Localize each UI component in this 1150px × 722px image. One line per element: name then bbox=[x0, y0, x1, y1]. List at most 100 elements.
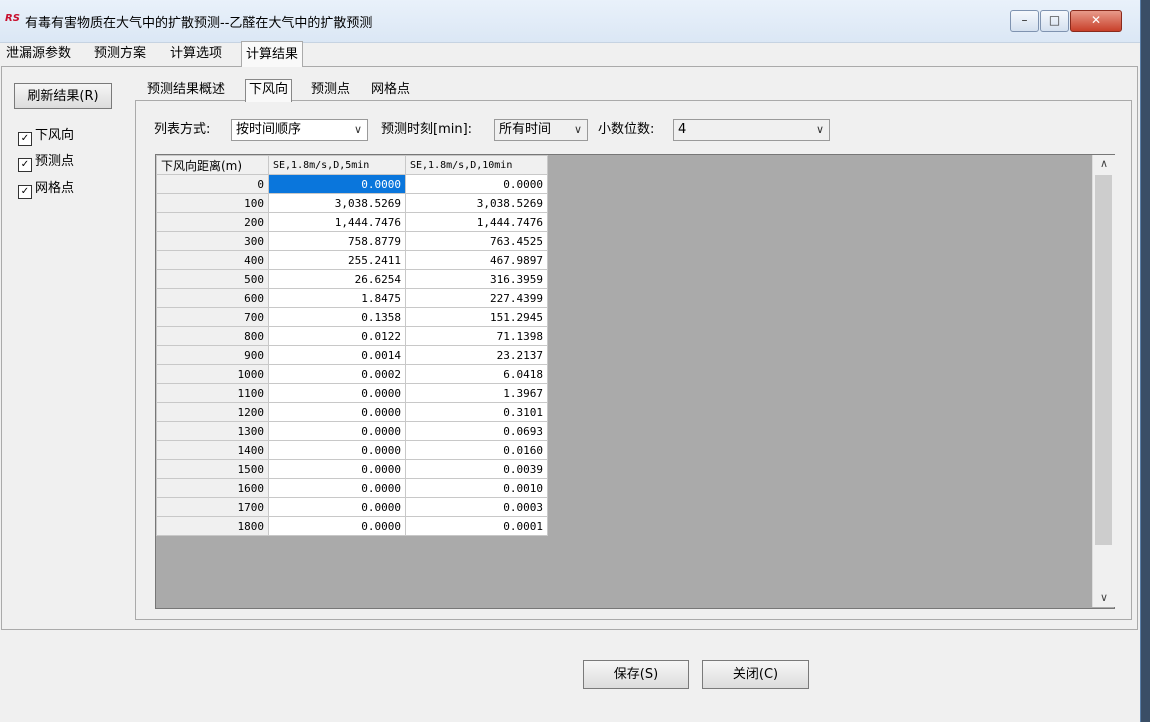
save-button[interactable]: 保存(S) bbox=[583, 660, 689, 689]
table-row[interactable]: 0 0.0000 0.0000 bbox=[156, 174, 548, 194]
scroll-down-icon[interactable]: ∨ bbox=[1093, 589, 1115, 607]
row-header-distance[interactable]: 1300 bbox=[156, 421, 269, 441]
cell-5min[interactable]: 0.0000 bbox=[268, 440, 406, 460]
cell-5min[interactable]: 0.0000 bbox=[268, 459, 406, 479]
cell-5min[interactable]: 0.0000 bbox=[268, 497, 406, 517]
scroll-up-icon[interactable]: ∧ bbox=[1093, 155, 1115, 173]
cell-5min[interactable]: 0.0014 bbox=[268, 345, 406, 365]
cell-10min[interactable]: 0.0001 bbox=[405, 516, 548, 536]
cell-5min[interactable]: 0.0000 bbox=[268, 383, 406, 403]
subtab-downwind[interactable]: 下风向 bbox=[245, 79, 293, 102]
row-header-distance[interactable]: 1700 bbox=[156, 497, 269, 517]
table-row[interactable]: 200 1,444.7476 1,444.7476 bbox=[156, 212, 548, 232]
row-header-distance[interactable]: 1500 bbox=[156, 459, 269, 479]
table-row[interactable]: 1200 0.0000 0.3101 bbox=[156, 402, 548, 422]
cell-10min[interactable]: 71.1398 bbox=[405, 326, 548, 346]
cell-10min[interactable]: 1,444.7476 bbox=[405, 212, 548, 232]
cell-10min[interactable]: 0.0693 bbox=[405, 421, 548, 441]
close-window-button[interactable]: ✕ bbox=[1070, 10, 1122, 32]
table-row[interactable]: 400 255.2411 467.9897 bbox=[156, 250, 548, 270]
cell-5min[interactable]: 0.0000 bbox=[268, 402, 406, 422]
cell-5min[interactable]: 0.0002 bbox=[268, 364, 406, 384]
scroll-thumb[interactable] bbox=[1095, 175, 1112, 545]
cell-10min[interactable]: 151.2945 bbox=[405, 307, 548, 327]
subtab-prediction-points[interactable]: 预测点 bbox=[308, 80, 353, 100]
cell-10min[interactable]: 6.0418 bbox=[405, 364, 548, 384]
table-row[interactable]: 100 3,038.5269 3,038.5269 bbox=[156, 193, 548, 213]
checkbox-downwind[interactable]: ✓ 下风向 bbox=[18, 127, 74, 146]
row-header-distance[interactable]: 800 bbox=[156, 326, 269, 346]
cell-10min[interactable]: 763.4525 bbox=[405, 231, 548, 251]
checkbox-prediction-points[interactable]: ✓ 预测点 bbox=[18, 153, 74, 172]
tab-calc-options[interactable]: 计算选项 bbox=[166, 43, 226, 65]
checkbox-grid-points[interactable]: ✓ 网格点 bbox=[18, 180, 74, 199]
row-header-distance[interactable]: 400 bbox=[156, 250, 269, 270]
cell-5min[interactable]: 3,038.5269 bbox=[268, 193, 406, 213]
cell-10min[interactable]: 1.3967 bbox=[405, 383, 548, 403]
list-mode-select[interactable]: 按时间顺序 ∨ bbox=[231, 119, 368, 141]
table-row[interactable]: 1800 0.0000 0.0001 bbox=[156, 516, 548, 536]
row-header-distance[interactable]: 0 bbox=[156, 174, 269, 194]
table-row[interactable]: 1700 0.0000 0.0003 bbox=[156, 497, 548, 517]
row-header-distance[interactable]: 1600 bbox=[156, 478, 269, 498]
cell-10min[interactable]: 467.9897 bbox=[405, 250, 548, 270]
cell-5min[interactable]: 0.0122 bbox=[268, 326, 406, 346]
cell-5min[interactable]: 1,444.7476 bbox=[268, 212, 406, 232]
table-row[interactable]: 900 0.0014 23.2137 bbox=[156, 345, 548, 365]
cell-5min[interactable]: 0.0000 bbox=[268, 174, 406, 194]
column-header-10min[interactable]: SE,1.8m/s,D,10min bbox=[405, 155, 548, 175]
cell-10min[interactable]: 3,038.5269 bbox=[405, 193, 548, 213]
tab-leak-source[interactable]: 泄漏源参数 bbox=[2, 43, 75, 65]
row-header-distance[interactable]: 300 bbox=[156, 231, 269, 251]
decimals-select[interactable]: 4 ∨ bbox=[673, 119, 830, 141]
column-header-distance[interactable]: 下风向距离(m) bbox=[156, 155, 269, 175]
row-header-distance[interactable]: 1800 bbox=[156, 516, 269, 536]
cell-5min[interactable]: 758.8779 bbox=[268, 231, 406, 251]
cell-10min[interactable]: 0.0000 bbox=[405, 174, 548, 194]
table-row[interactable]: 700 0.1358 151.2945 bbox=[156, 307, 548, 327]
minimize-button[interactable]: – bbox=[1010, 10, 1039, 32]
close-button[interactable]: 关闭(C) bbox=[702, 660, 809, 689]
grid-vertical-scrollbar[interactable]: ∧ ∨ bbox=[1092, 155, 1115, 607]
tab-calc-results[interactable]: 计算结果 bbox=[241, 41, 304, 67]
table-row[interactable]: 800 0.0122 71.1398 bbox=[156, 326, 548, 346]
row-header-distance[interactable]: 900 bbox=[156, 345, 269, 365]
column-header-5min[interactable]: SE,1.8m/s,D,5min bbox=[268, 155, 406, 175]
maximize-button[interactable]: □ bbox=[1040, 10, 1069, 32]
cell-10min[interactable]: 227.4399 bbox=[405, 288, 548, 308]
cell-5min[interactable]: 0.1358 bbox=[268, 307, 406, 327]
cell-5min[interactable]: 0.0000 bbox=[268, 421, 406, 441]
row-header-distance[interactable]: 700 bbox=[156, 307, 269, 327]
cell-5min[interactable]: 255.2411 bbox=[268, 250, 406, 270]
cell-10min[interactable]: 316.3959 bbox=[405, 269, 548, 289]
table-row[interactable]: 1400 0.0000 0.0160 bbox=[156, 440, 548, 460]
subtab-grid-points[interactable]: 网格点 bbox=[368, 80, 413, 100]
cell-10min[interactable]: 0.0010 bbox=[405, 478, 548, 498]
table-row[interactable]: 1500 0.0000 0.0039 bbox=[156, 459, 548, 479]
cell-10min[interactable]: 0.0160 bbox=[405, 440, 548, 460]
cell-10min[interactable]: 0.0003 bbox=[405, 497, 548, 517]
row-header-distance[interactable]: 1100 bbox=[156, 383, 269, 403]
tab-prediction-plan[interactable]: 预测方案 bbox=[90, 43, 150, 65]
refresh-results-button[interactable]: 刷新结果(R) bbox=[14, 83, 112, 109]
row-header-distance[interactable]: 1200 bbox=[156, 402, 269, 422]
table-row[interactable]: 1100 0.0000 1.3967 bbox=[156, 383, 548, 403]
table-row[interactable]: 500 26.6254 316.3959 bbox=[156, 269, 548, 289]
subtab-summary[interactable]: 预测结果概述 bbox=[144, 80, 228, 100]
cell-5min[interactable]: 26.6254 bbox=[268, 269, 406, 289]
cell-5min[interactable]: 0.0000 bbox=[268, 478, 406, 498]
results-grid[interactable]: 下风向距离(m) SE,1.8m/s,D,5min SE,1.8m/s,D,10… bbox=[155, 154, 1115, 609]
prediction-time-select[interactable]: 所有时间 ∨ bbox=[494, 119, 588, 141]
table-row[interactable]: 300 758.8779 763.4525 bbox=[156, 231, 548, 251]
table-row[interactable]: 1300 0.0000 0.0693 bbox=[156, 421, 548, 441]
table-row[interactable]: 1600 0.0000 0.0010 bbox=[156, 478, 548, 498]
table-row[interactable]: 1000 0.0002 6.0418 bbox=[156, 364, 548, 384]
row-header-distance[interactable]: 600 bbox=[156, 288, 269, 308]
row-header-distance[interactable]: 200 bbox=[156, 212, 269, 232]
cell-5min[interactable]: 0.0000 bbox=[268, 516, 406, 536]
cell-10min[interactable]: 0.3101 bbox=[405, 402, 548, 422]
row-header-distance[interactable]: 100 bbox=[156, 193, 269, 213]
row-header-distance[interactable]: 1000 bbox=[156, 364, 269, 384]
cell-10min[interactable]: 0.0039 bbox=[405, 459, 548, 479]
cell-5min[interactable]: 1.8475 bbox=[268, 288, 406, 308]
